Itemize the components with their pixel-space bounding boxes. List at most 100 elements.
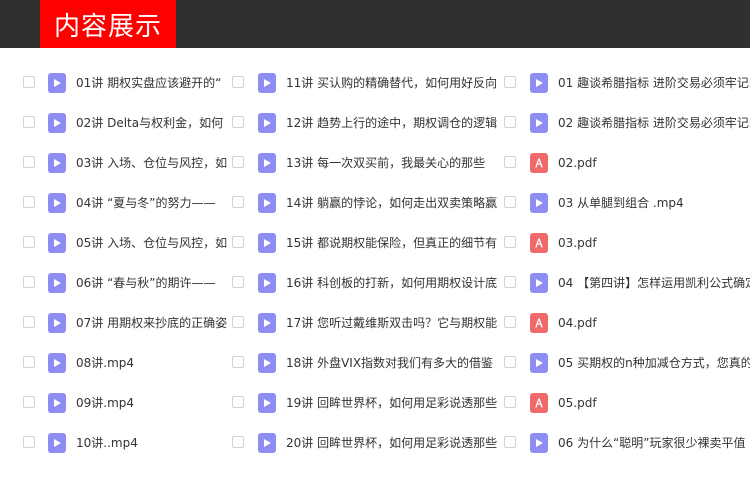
file-row[interactable]: 03 从单腿到组合 .mp4 <box>504 183 750 223</box>
file-name[interactable]: 02.pdf <box>558 155 597 171</box>
file-checkbox[interactable] <box>504 156 516 168</box>
file-row[interactable]: 04 【第四讲】怎样运用凯利公式确定 <box>504 263 750 303</box>
file-name[interactable]: 14讲 躺赢的悖论，如何走出双卖策略赢 <box>286 195 497 211</box>
file-checkbox[interactable] <box>232 316 244 328</box>
file-row[interactable]: 12讲 趋势上行的途中，期权调仓的逻辑 <box>232 103 504 143</box>
file-name[interactable]: 09讲.mp4 <box>76 395 134 411</box>
video-play-icon <box>258 113 276 133</box>
file-row[interactable]: 01讲 期权实盘应该避开的“ <box>20 63 232 103</box>
file-row[interactable]: 06讲 “春与秋”的期许—— <box>20 263 232 303</box>
video-play-icon <box>258 353 276 373</box>
file-checkbox[interactable] <box>23 396 35 408</box>
file-name[interactable]: 17讲 您听过戴维斯双击吗？它与期权能 <box>286 315 497 331</box>
file-name[interactable]: 01讲 期权实盘应该避开的“ <box>76 75 221 91</box>
file-checkbox[interactable] <box>232 236 244 248</box>
file-checkbox[interactable] <box>23 116 35 128</box>
file-checkbox[interactable] <box>23 356 35 368</box>
file-name[interactable]: 08讲.mp4 <box>76 355 134 371</box>
file-name[interactable]: 19讲 回眸世界杯，如何用足彩说透那些 <box>286 395 497 411</box>
file-name[interactable]: 05讲 入场、仓位与风控，如 <box>76 235 227 251</box>
pdf-icon <box>530 233 548 253</box>
file-name[interactable]: 16讲 科创板的打新，如何用期权设计底 <box>286 275 497 291</box>
video-play-icon <box>258 193 276 213</box>
file-row[interactable]: 16讲 科创板的打新，如何用期权设计底 <box>232 263 504 303</box>
file-row[interactable]: 01 趣谈希腊指标 进阶交易必须牢记的 <box>504 63 750 103</box>
file-row[interactable]: 19讲 回眸世界杯，如何用足彩说透那些 <box>232 383 504 423</box>
file-checkbox[interactable] <box>504 76 516 88</box>
file-checkbox[interactable] <box>232 76 244 88</box>
file-checkbox[interactable] <box>504 196 516 208</box>
file-row[interactable]: 05 买期权的n种加减仓方式，您真的 <box>504 343 750 383</box>
file-checkbox[interactable] <box>504 116 516 128</box>
file-name[interactable]: 13讲 每一次双买前，我最关心的那些 <box>286 155 485 171</box>
file-name[interactable]: 03 从单腿到组合 .mp4 <box>558 195 684 211</box>
file-row[interactable]: 06 为什么“聪明”玩家很少裸卖平值 <box>504 423 750 463</box>
file-checkbox[interactable] <box>232 116 244 128</box>
video-play-icon <box>48 313 66 333</box>
file-checkbox[interactable] <box>504 436 516 448</box>
file-name[interactable]: 11讲 买认购的精确替代，如何用好反向 <box>286 75 497 91</box>
file-checkbox[interactable] <box>232 276 244 288</box>
file-name[interactable]: 05 买期权的n种加减仓方式，您真的 <box>558 355 750 371</box>
file-checkbox[interactable] <box>504 236 516 248</box>
video-play-icon <box>48 353 66 373</box>
file-name[interactable]: 05.pdf <box>558 395 597 411</box>
file-row[interactable]: 05.pdf <box>504 383 750 423</box>
file-checkbox[interactable] <box>23 236 35 248</box>
file-row[interactable]: 03.pdf <box>504 223 750 263</box>
file-row[interactable]: 07讲 用期权来抄底的正确姿 <box>20 303 232 343</box>
file-name[interactable]: 01 趣谈希腊指标 进阶交易必须牢记的 <box>558 75 750 91</box>
file-name[interactable]: 18讲 外盘VIX指数对我们有多大的借鉴 <box>286 355 493 371</box>
file-row[interactable]: 17讲 您听过戴维斯双击吗？它与期权能 <box>232 303 504 343</box>
video-play-icon <box>48 273 66 293</box>
file-row[interactable]: 09讲.mp4 <box>20 383 232 423</box>
file-name[interactable]: 10讲..mp4 <box>76 435 138 451</box>
file-row[interactable]: 11讲 买认购的精确替代，如何用好反向 <box>232 63 504 103</box>
file-row[interactable]: 10讲..mp4 <box>20 423 232 463</box>
file-row[interactable]: 14讲 躺赢的悖论，如何走出双卖策略赢 <box>232 183 504 223</box>
file-name[interactable]: 03讲 入场、仓位与风控，如 <box>76 155 227 171</box>
file-row[interactable]: 02 趣谈希腊指标 进阶交易必须牢记的 <box>504 103 750 143</box>
file-checkbox[interactable] <box>232 356 244 368</box>
video-play-icon <box>258 73 276 93</box>
file-name[interactable]: 03.pdf <box>558 235 597 251</box>
file-name[interactable]: 04 【第四讲】怎样运用凯利公式确定 <box>558 275 750 291</box>
file-checkbox[interactable] <box>23 276 35 288</box>
file-name[interactable]: 20讲 回眸世界杯，如何用足彩说透那些 <box>286 435 497 451</box>
file-row[interactable]: 04讲 “夏与冬”的努力—— <box>20 183 232 223</box>
file-checkbox[interactable] <box>23 156 35 168</box>
file-row[interactable]: 03讲 入场、仓位与风控，如 <box>20 143 232 183</box>
file-row[interactable]: 05讲 入场、仓位与风控，如 <box>20 223 232 263</box>
file-checkbox[interactable] <box>23 316 35 328</box>
file-row[interactable]: 02讲 Delta与权利金，如何 <box>20 103 232 143</box>
file-name[interactable]: 06讲 “春与秋”的期许—— <box>76 275 216 291</box>
file-checkbox[interactable] <box>232 396 244 408</box>
file-row[interactable]: 02.pdf <box>504 143 750 183</box>
file-checkbox[interactable] <box>232 156 244 168</box>
file-checkbox[interactable] <box>232 436 244 448</box>
file-checkbox[interactable] <box>232 196 244 208</box>
file-checkbox[interactable] <box>504 356 516 368</box>
file-checkbox[interactable] <box>504 396 516 408</box>
video-play-icon <box>530 193 548 213</box>
file-name[interactable]: 07讲 用期权来抄底的正确姿 <box>76 315 227 331</box>
file-name[interactable]: 02讲 Delta与权利金，如何 <box>76 115 223 131</box>
file-row[interactable]: 04.pdf <box>504 303 750 343</box>
file-checkbox[interactable] <box>23 196 35 208</box>
file-row[interactable]: 15讲 都说期权能保险，但真正的细节有 <box>232 223 504 263</box>
file-checkbox[interactable] <box>23 76 35 88</box>
file-name[interactable]: 15讲 都说期权能保险，但真正的细节有 <box>286 235 497 251</box>
file-row[interactable]: 13讲 每一次双买前，我最关心的那些 <box>232 143 504 183</box>
file-checkbox[interactable] <box>504 316 516 328</box>
video-play-icon <box>530 73 548 93</box>
file-row[interactable]: 18讲 外盘VIX指数对我们有多大的借鉴 <box>232 343 504 383</box>
file-name[interactable]: 04.pdf <box>558 315 597 331</box>
file-name[interactable]: 04讲 “夏与冬”的努力—— <box>76 195 216 211</box>
file-checkbox[interactable] <box>23 436 35 448</box>
file-name[interactable]: 12讲 趋势上行的途中，期权调仓的逻辑 <box>286 115 497 131</box>
file-row[interactable]: 20讲 回眸世界杯，如何用足彩说透那些 <box>232 423 504 463</box>
file-row[interactable]: 08讲.mp4 <box>20 343 232 383</box>
file-checkbox[interactable] <box>504 276 516 288</box>
file-name[interactable]: 06 为什么“聪明”玩家很少裸卖平值 <box>558 435 746 451</box>
file-name[interactable]: 02 趣谈希腊指标 进阶交易必须牢记的 <box>558 115 750 131</box>
